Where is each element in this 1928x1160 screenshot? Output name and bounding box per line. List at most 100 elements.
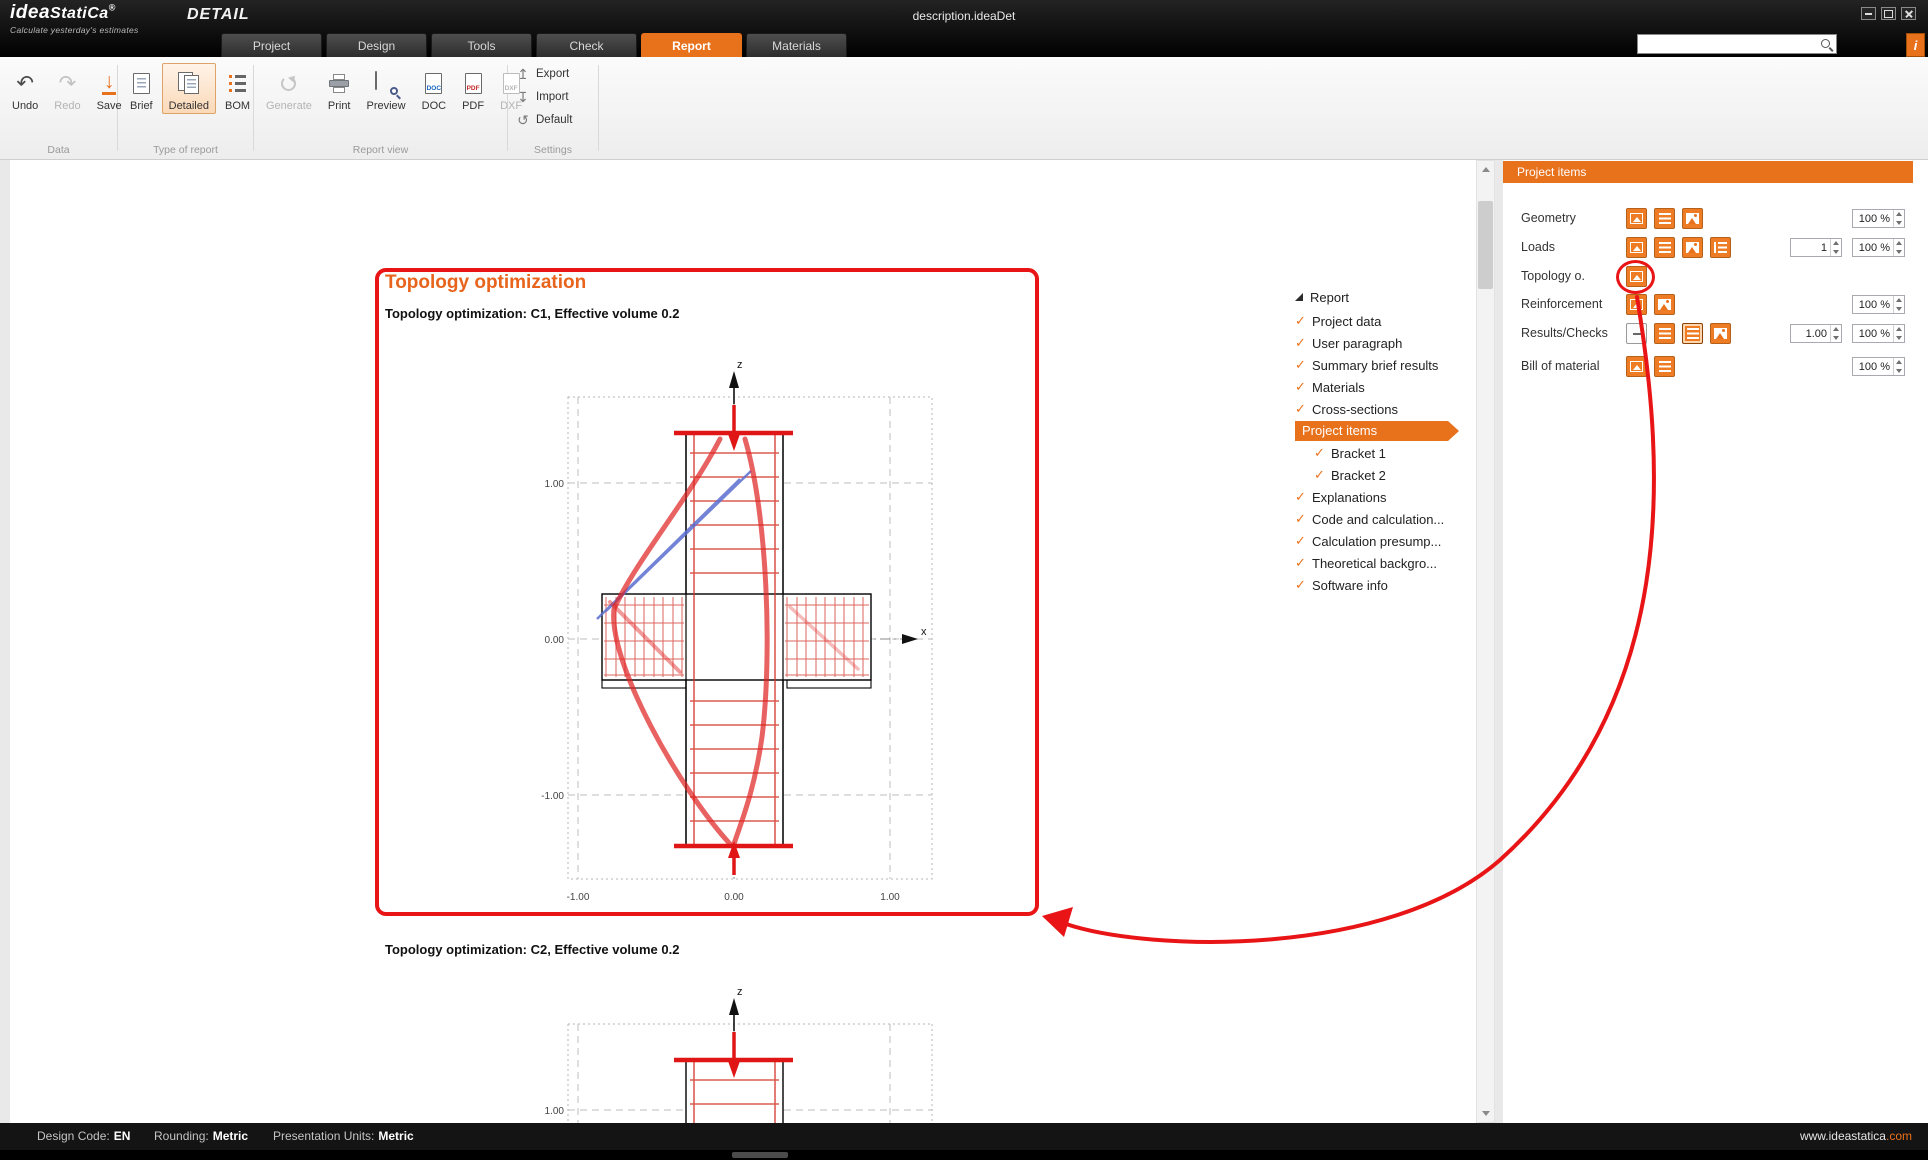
units-status: Presentation Units:Metric xyxy=(273,1129,414,1143)
tree-item-project-items[interactable]: Project items xyxy=(1295,420,1485,442)
tree-item-user-paragraph[interactable]: ✓User paragraph xyxy=(1295,332,1485,354)
preview-button[interactable]: Preview xyxy=(360,63,413,114)
redo-button[interactable]: ↷ Redo xyxy=(47,63,87,114)
picture-button[interactable] xyxy=(1626,294,1647,315)
main-tabs: Project Design Tools Check Report Materi… xyxy=(221,33,847,57)
table-icon xyxy=(1659,361,1671,373)
minimize-button[interactable] xyxy=(1861,7,1876,20)
tree-root-report[interactable]: Report xyxy=(1295,284,1485,310)
status-bar: Design Code:EN Rounding:Metric Presentat… xyxy=(0,1123,1928,1150)
export-button[interactable]: ↥ Export xyxy=(512,62,594,85)
tab-design[interactable]: Design xyxy=(326,33,427,57)
export-icon: ↥ xyxy=(516,67,530,81)
tab-check[interactable]: Check xyxy=(536,33,637,57)
image-button[interactable] xyxy=(1654,294,1675,315)
spinner-icon[interactable] xyxy=(1830,239,1841,256)
picture-button[interactable] xyxy=(1626,237,1647,258)
limit-field[interactable]: 1.00 xyxy=(1790,324,1842,343)
table-button[interactable] xyxy=(1654,208,1675,229)
tree-item-cross-sections[interactable]: ✓Cross-sections xyxy=(1295,398,1485,420)
scale-field[interactable]: 100 % xyxy=(1852,357,1905,376)
table-icon xyxy=(1659,328,1671,340)
picture-icon xyxy=(1630,361,1643,372)
brief-button[interactable]: Brief xyxy=(123,63,160,114)
picture-button[interactable] xyxy=(1626,266,1647,287)
ribbon-separator xyxy=(598,65,599,151)
tab-tools[interactable]: Tools xyxy=(431,33,532,57)
spinner-icon[interactable] xyxy=(1893,210,1904,227)
scrollbar-thumb[interactable] xyxy=(1478,201,1493,289)
table-icon xyxy=(1687,328,1699,340)
website-link[interactable]: www.ideastatica.com xyxy=(1800,1129,1912,1143)
table-button[interactable] xyxy=(1654,237,1675,258)
report-caption-c1: Topology optimization: C1, Effective vol… xyxy=(385,306,679,321)
tree-item-code-and-calculation[interactable]: ✓Code and calculation... xyxy=(1295,508,1485,530)
check-icon: ✓ xyxy=(1314,445,1331,461)
count-field[interactable]: 1 xyxy=(1790,238,1842,257)
spinner-icon[interactable] xyxy=(1893,296,1904,313)
topology-diagram-c2: z 1.00 xyxy=(540,984,940,1123)
table-button[interactable] xyxy=(1654,323,1675,344)
doc-export-button[interactable]: DOC DOC xyxy=(415,63,453,114)
tree-item-theoretical-background[interactable]: ✓Theoretical backgro... xyxy=(1295,552,1485,574)
report-tree: Report ✓Project data ✓User paragraph ✓Su… xyxy=(1295,284,1485,596)
scale-field[interactable]: 100 % xyxy=(1852,295,1905,314)
table-selected-button[interactable] xyxy=(1682,323,1703,344)
spinner-icon[interactable] xyxy=(1893,325,1904,342)
tab-materials[interactable]: Materials xyxy=(746,33,847,57)
table-button[interactable] xyxy=(1654,356,1675,377)
info-button[interactable]: i xyxy=(1906,33,1925,57)
spinner-icon[interactable] xyxy=(1830,325,1841,342)
tab-project[interactable]: Project xyxy=(221,33,322,57)
picture-button[interactable] xyxy=(1626,356,1647,377)
app-mode-label: DETAIL xyxy=(187,6,250,24)
image-button[interactable] xyxy=(1682,208,1703,229)
tree-item-project-data[interactable]: ✓Project data xyxy=(1295,310,1485,332)
image-button[interactable] xyxy=(1682,237,1703,258)
taskbar-sliver[interactable] xyxy=(732,1152,788,1158)
panel-row-geometry: Geometry 100 % xyxy=(1503,208,1928,230)
bom-button[interactable]: BOM xyxy=(218,63,257,114)
logo-registered: ® xyxy=(109,3,116,13)
spinner-icon[interactable] xyxy=(1893,358,1904,375)
tree-item-explanations[interactable]: ✓Explanations xyxy=(1295,486,1485,508)
selected-item-banner: Project items xyxy=(1295,421,1459,441)
search-box[interactable] xyxy=(1637,34,1837,54)
default-button[interactable]: ↺ Default xyxy=(512,108,594,131)
check-icon: ✓ xyxy=(1295,489,1312,505)
tree-item-summary-brief-results[interactable]: ✓Summary brief results xyxy=(1295,354,1485,376)
tree-item-materials[interactable]: ✓Materials xyxy=(1295,376,1485,398)
ribbon: ↶ Undo ↷ Redo ↓ Save Data Brief xyxy=(0,57,1928,160)
image-button[interactable] xyxy=(1710,323,1731,344)
scale-field[interactable]: 100 % xyxy=(1852,209,1905,228)
undo-button[interactable]: ↶ Undo xyxy=(5,63,45,114)
generate-button[interactable]: Generate xyxy=(259,63,319,114)
check-icon: ✓ xyxy=(1295,313,1312,329)
spinner-icon[interactable] xyxy=(1893,239,1904,256)
tree-item-calculation-presumptions[interactable]: ✓Calculation presump... xyxy=(1295,530,1485,552)
close-button[interactable] xyxy=(1901,7,1916,20)
scale-field[interactable]: 100 % xyxy=(1852,324,1905,343)
none-button[interactable] xyxy=(1626,323,1647,344)
print-button[interactable]: Print xyxy=(321,63,358,114)
save-icon: ↓ xyxy=(102,71,116,95)
check-icon: ✓ xyxy=(1295,577,1312,593)
maximize-button[interactable] xyxy=(1881,7,1896,20)
scroll-up-icon[interactable] xyxy=(1477,161,1494,178)
detailed-table-button[interactable] xyxy=(1710,237,1731,258)
import-button[interactable]: ↧ Import xyxy=(512,85,594,108)
scale-field[interactable]: 100 % xyxy=(1852,238,1905,257)
tab-report[interactable]: Report xyxy=(641,33,742,57)
tree-item-bracket-2[interactable]: ✓Bracket 2 xyxy=(1295,464,1485,486)
scroll-down-icon[interactable] xyxy=(1477,1105,1494,1122)
svg-text:0.00: 0.00 xyxy=(545,635,565,646)
tree-item-bracket-1[interactable]: ✓Bracket 1 xyxy=(1295,442,1485,464)
search-icon xyxy=(1820,38,1833,51)
pdf-export-button[interactable]: PDF PDF xyxy=(455,63,491,114)
picture-button[interactable] xyxy=(1626,208,1647,229)
doc-file-icon: DOC xyxy=(425,73,442,94)
tree-item-software-info[interactable]: ✓Software info xyxy=(1295,574,1485,596)
detailed-button[interactable]: Detailed xyxy=(162,63,216,114)
group-label-view: Report view xyxy=(254,144,507,156)
search-input[interactable] xyxy=(1638,36,1820,52)
